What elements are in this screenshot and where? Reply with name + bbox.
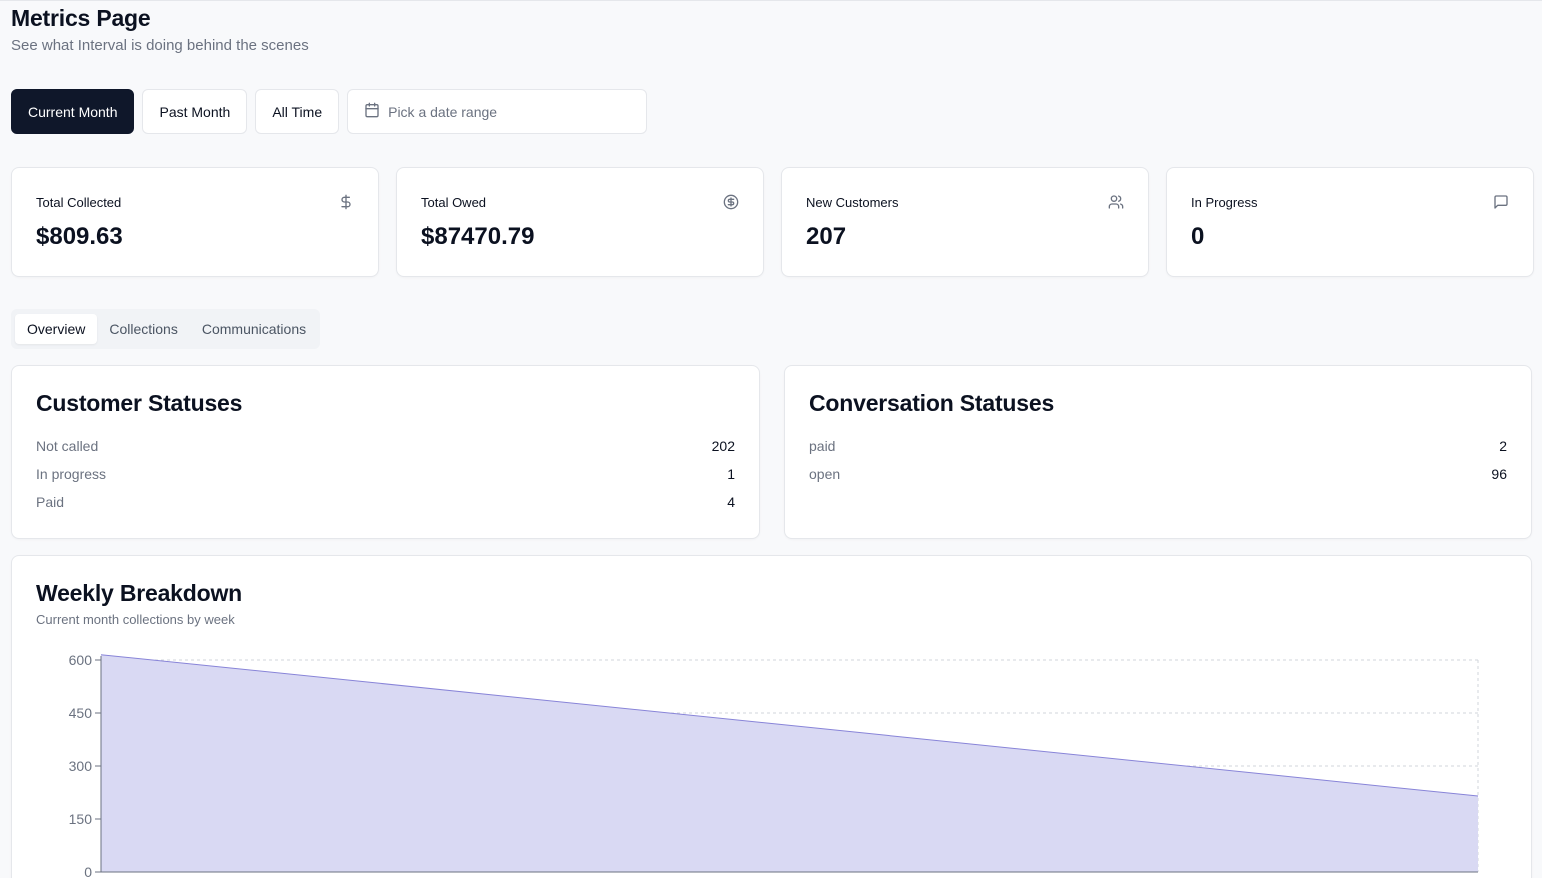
date-range-picker[interactable]: Pick a date range	[347, 89, 648, 134]
stat-value: 0	[1191, 223, 1205, 250]
stat-value: $87470.79	[421, 223, 535, 250]
status-count: 2	[1499, 438, 1507, 454]
stat-label: In Progress	[1191, 195, 1258, 210]
status-count: 96	[1491, 466, 1507, 482]
weekly-breakdown-chart: 0 150 300 450 600	[69, 652, 1479, 878]
list-item: Paid 4	[36, 494, 735, 522]
metrics-tabs: Overview Collections Communications	[11, 309, 320, 349]
card-title: Conversation Statuses	[809, 390, 1055, 416]
status-label: Not called	[36, 438, 99, 454]
stat-value: $809.63	[36, 223, 123, 250]
dollar-icon	[338, 194, 354, 210]
all-time-button[interactable]: All Time	[255, 89, 340, 134]
stat-card-new-customers: New Customers 207	[781, 167, 1149, 277]
stat-value: 207	[806, 223, 847, 250]
stat-label: Total Collected	[36, 195, 122, 210]
stats-row: Total Collected $809.63 Total Owed $8747…	[11, 167, 1534, 277]
date-filter-bar: Current Month Past Month All Time Pick a…	[11, 89, 648, 134]
series-area	[101, 654, 1478, 872]
past-month-button[interactable]: Past Month	[142, 89, 248, 134]
current-month-button[interactable]: Current Month	[11, 89, 135, 134]
page-subtitle: See what Interval is doing behind the sc…	[11, 37, 309, 54]
tab-communications[interactable]: Communications	[190, 314, 318, 344]
conversation-statuses-card: Conversation Statuses paid 2 open 96	[784, 365, 1532, 539]
status-count: 202	[711, 438, 735, 454]
y-tick-label: 600	[69, 652, 93, 668]
y-tick-label: 0	[84, 864, 92, 878]
stat-card-in-progress: In Progress 0	[1166, 167, 1534, 277]
stat-label: New Customers	[806, 195, 899, 210]
stat-label: Total Owed	[421, 195, 487, 210]
list-item: Not called 202	[36, 438, 735, 466]
status-list: Not called 202 In progress 1 Paid 4	[36, 438, 735, 522]
page-title: Metrics Page	[11, 5, 151, 31]
customer-statuses-card: Customer Statuses Not called 202 In prog…	[11, 365, 760, 539]
y-tick-label: 300	[69, 758, 93, 774]
status-count: 1	[727, 466, 735, 482]
status-count: 4	[727, 494, 735, 510]
date-range-placeholder: Pick a date range	[388, 103, 498, 120]
message-square-icon	[1493, 194, 1509, 210]
list-item: open 96	[809, 466, 1507, 494]
card-title: Customer Statuses	[36, 390, 243, 416]
list-item: In progress 1	[36, 466, 735, 494]
weekly-breakdown-card: Weekly Breakdown Current month collectio…	[11, 555, 1532, 878]
dollar-circle-icon	[723, 194, 739, 210]
status-label: open	[809, 466, 841, 482]
status-list: paid 2 open 96	[809, 438, 1507, 494]
status-label: In progress	[36, 466, 107, 482]
stat-card-total-collected: Total Collected $809.63	[11, 167, 379, 277]
calendar-icon	[364, 102, 380, 121]
y-tick-label: 150	[69, 811, 93, 827]
list-item: paid 2	[809, 438, 1507, 466]
tab-collections[interactable]: Collections	[97, 314, 189, 344]
tab-overview[interactable]: Overview	[15, 314, 98, 344]
users-icon	[1108, 194, 1124, 210]
status-label: paid	[809, 438, 836, 454]
status-label: Paid	[36, 494, 65, 510]
y-tick-label: 450	[69, 705, 93, 721]
stat-card-total-owed: Total Owed $87470.79	[396, 167, 764, 277]
